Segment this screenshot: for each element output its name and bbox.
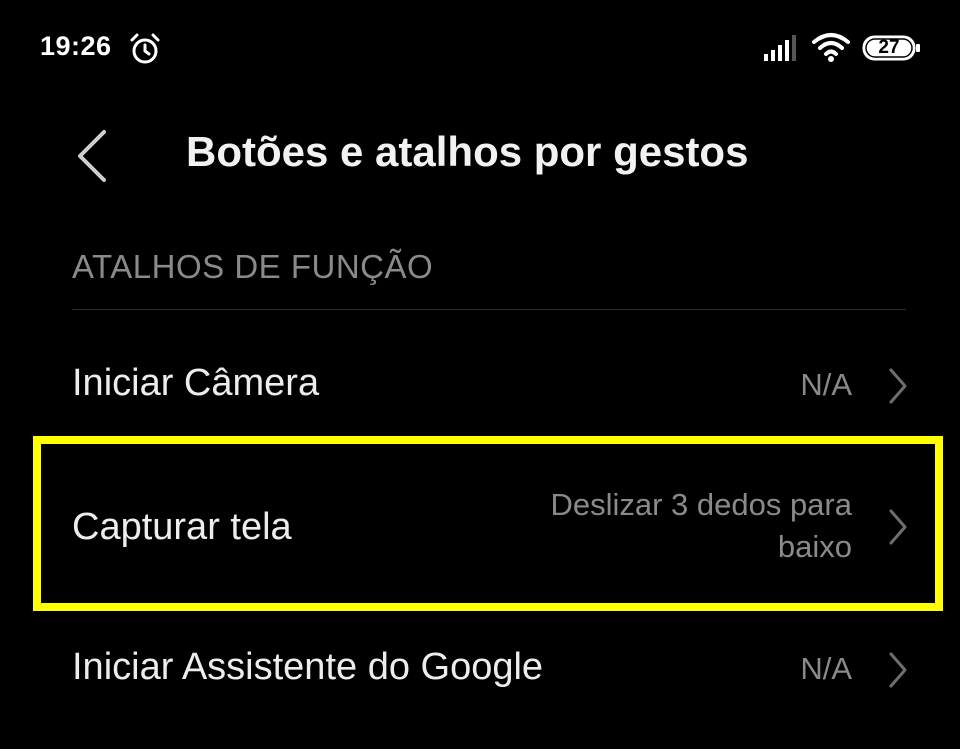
signal-icon [764,35,796,61]
list-item-value-line: baixo [777,529,852,564]
section-header: ATALHOS DE FUNÇÃO [72,248,434,285]
status-bar: 19:26 27 [0,0,960,100]
list-item-value-line: Deslizar 3 dedos para [550,487,852,522]
page-title: Botões e atalhos por gestos [186,128,749,175]
divider [72,309,906,310]
list-item-label: Iniciar Câmera [72,362,320,404]
list-item-start-camera[interactable]: Iniciar Câmera N/A [0,330,960,440]
status-time: 19:26 [40,31,112,61]
list-item-value: N/A [800,364,852,406]
battery-icon: 27 [862,35,922,61]
battery-level: 27 [878,37,900,58]
list-item-value: Deslizar 3 dedos para baixo [550,484,852,568]
chevron-left-icon[interactable] [70,128,114,184]
list-item-label: Capturar tela [72,506,292,548]
list-item-start-google-assistant[interactable]: Iniciar Assistente do Google N/A [0,610,960,730]
list-item-capture-screen[interactable]: Capturar tela Deslizar 3 dedos para baix… [0,440,960,610]
alarm-icon [130,33,160,64]
list-item-value: N/A [800,648,852,690]
wifi-icon [812,33,850,62]
chevron-right-icon [889,368,907,404]
header: Botões e atalhos por gestos [0,110,960,200]
list-item-label: Iniciar Assistente do Google [72,646,544,688]
chevron-right-icon [889,509,907,545]
list-item-value-line: N/A [800,367,852,402]
chevron-right-icon [889,652,907,688]
list-item-value-line: N/A [800,651,852,686]
